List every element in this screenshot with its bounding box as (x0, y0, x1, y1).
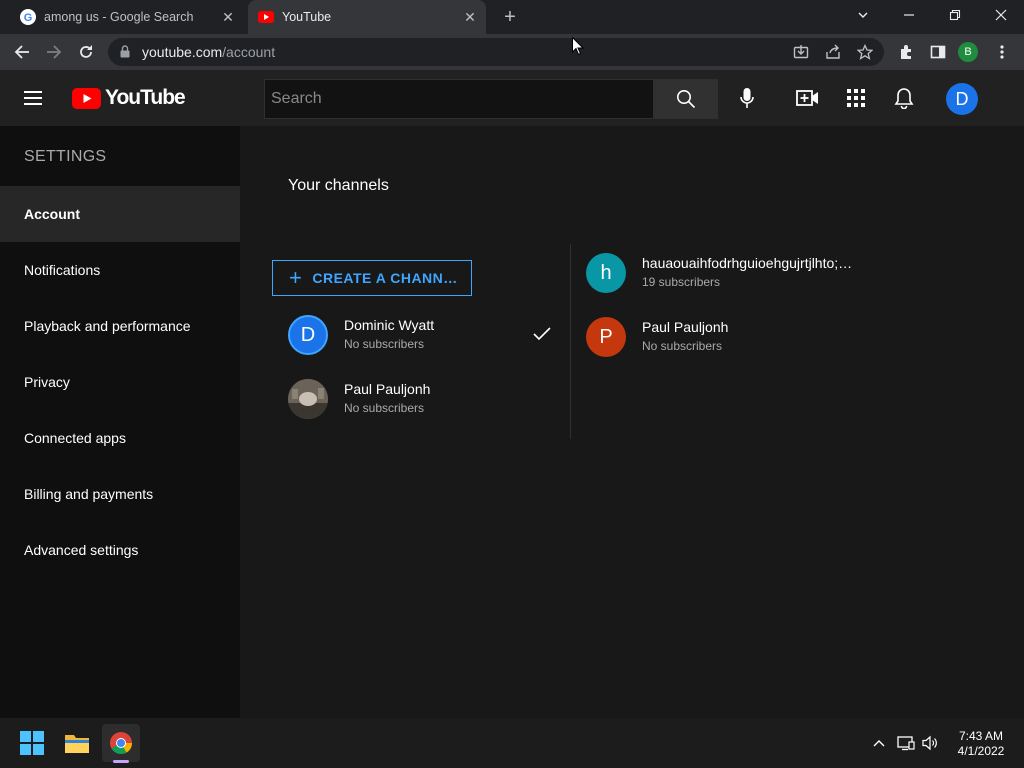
tab-youtube[interactable]: YouTube ✕ (248, 0, 486, 34)
channels-panel: Your channels + CREATE A CHANN… D Domini… (240, 126, 1024, 718)
reload-icon[interactable] (73, 39, 99, 65)
minimize-icon[interactable] (894, 4, 924, 28)
search-box (264, 79, 654, 119)
settings-title: SETTINGS (24, 148, 107, 165)
channel-photo-avatar (288, 379, 328, 419)
channel-name: hauaouaihfodrhguioehgujrtjlhto;… (642, 255, 853, 271)
channel-avatar: D (288, 315, 328, 355)
restore-icon[interactable] (940, 4, 970, 28)
create-video-icon[interactable] (796, 86, 820, 110)
sidebar-item-connected-apps[interactable]: Connected apps (0, 410, 240, 466)
channel-name: Dominic Wyatt (344, 317, 435, 333)
channel-avatar: P (586, 317, 626, 357)
sidebar-item-privacy[interactable]: Privacy (0, 354, 240, 410)
close-tab-icon[interactable]: ✕ (462, 9, 478, 25)
column-divider (570, 244, 571, 439)
search-button[interactable] (654, 79, 718, 119)
youtube-icon (258, 9, 274, 25)
plus-icon: + (289, 265, 303, 290)
show-hidden-icons-chevron-icon[interactable] (870, 735, 888, 751)
page-title: Your channels (288, 177, 389, 194)
install-icon[interactable] (792, 43, 810, 61)
channel-subscribers: No subscribers (344, 337, 425, 351)
create-channel-button[interactable]: + CREATE A CHANN… (272, 260, 472, 296)
channel-subscribers: No subscribers (642, 339, 723, 353)
browser-toolbar: youtube.com/account B (0, 34, 1024, 70)
network-icon[interactable] (897, 735, 915, 751)
browser-profile-avatar[interactable]: B (958, 42, 978, 62)
sidebar-item-account[interactable]: Account (0, 186, 240, 242)
channel-item-paul[interactable]: P Paul Pauljonh No subscribers (586, 317, 886, 361)
browser-tab-strip: G among us - Google Search ✕ YouTube ✕ + (0, 0, 1024, 34)
apps-grid-icon[interactable] (844, 86, 868, 110)
close-window-icon[interactable] (986, 4, 1016, 28)
youtube-logo[interactable]: YouTube (72, 86, 186, 110)
channel-name: Paul Pauljonh (344, 381, 431, 397)
address-bar[interactable]: youtube.com/account (108, 38, 884, 66)
channel-subscribers: No subscribers (344, 401, 425, 415)
channel-subscribers: 19 subscribers (642, 275, 721, 289)
search-input[interactable] (265, 80, 653, 118)
back-arrow-icon[interactable] (9, 39, 35, 65)
account-avatar[interactable]: D (946, 83, 978, 115)
create-channel-label: CREATE A CHANN… (312, 270, 458, 286)
sidebar-item-billing[interactable]: Billing and payments (0, 466, 240, 522)
youtube-logo-text: YouTube (105, 86, 186, 109)
channel-item-hauao[interactable]: h hauaouaihfodrhguioehgujrtjlhto;… 19 su… (586, 253, 886, 297)
menu-hamburger-icon[interactable] (24, 88, 48, 108)
clock-time: 7:43 AM (958, 729, 1004, 743)
svg-text:G: G (24, 12, 33, 24)
file-explorer-icon[interactable] (58, 724, 96, 762)
lock-icon[interactable] (120, 45, 130, 63)
windows-taskbar: 7:43 AM 4/1/2022 (0, 718, 1024, 768)
running-indicator (113, 760, 129, 763)
chrome-taskbar-icon[interactable] (102, 724, 140, 762)
bookmark-star-icon[interactable] (856, 43, 874, 61)
sidebar-item-playback[interactable]: Playback and performance (0, 298, 240, 354)
channel-name: Paul Pauljonh (642, 319, 729, 335)
extensions-puzzle-icon[interactable] (893, 39, 919, 65)
youtube-masthead: YouTube D (0, 70, 1024, 126)
channel-item-paul-photo[interactable]: Paul Pauljonh No subscribers (288, 379, 558, 423)
selected-check-icon (532, 326, 552, 347)
search-icon (677, 90, 696, 109)
more-menu-icon[interactable] (989, 39, 1015, 65)
tab-title: YouTube (282, 10, 332, 24)
google-icon: G (20, 9, 36, 25)
notifications-bell-icon[interactable] (892, 86, 916, 110)
clock-date: 4/1/2022 (957, 744, 1005, 758)
new-tab-button[interactable]: + (500, 7, 520, 27)
youtube-play-icon (72, 87, 101, 109)
taskbar-clock[interactable]: 7:43 AM 4/1/2022 (950, 729, 1012, 759)
share-icon[interactable] (824, 43, 842, 61)
channel-item-dominic[interactable]: D Dominic Wyatt No subscribers (288, 315, 558, 359)
close-tab-icon[interactable]: ✕ (220, 9, 236, 25)
mouse-cursor-icon (572, 36, 585, 61)
windows-start-icon[interactable] (13, 724, 51, 762)
microphone-icon[interactable] (735, 86, 759, 110)
side-panel-icon[interactable] (925, 39, 951, 65)
forward-arrow-icon[interactable] (41, 39, 67, 65)
url-text[interactable]: youtube.com/account (142, 44, 275, 60)
tab-google-search[interactable]: G among us - Google Search ✕ (0, 0, 244, 34)
tab-title: among us - Google Search (44, 10, 194, 24)
tab-search-icon[interactable] (848, 4, 878, 28)
sidebar-item-notifications[interactable]: Notifications (0, 242, 240, 298)
channel-avatar: h (586, 253, 626, 293)
settings-sidebar: SETTINGS Account Notifications Playback … (0, 126, 240, 718)
sidebar-item-advanced[interactable]: Advanced settings (0, 522, 240, 578)
volume-icon[interactable] (922, 735, 940, 751)
